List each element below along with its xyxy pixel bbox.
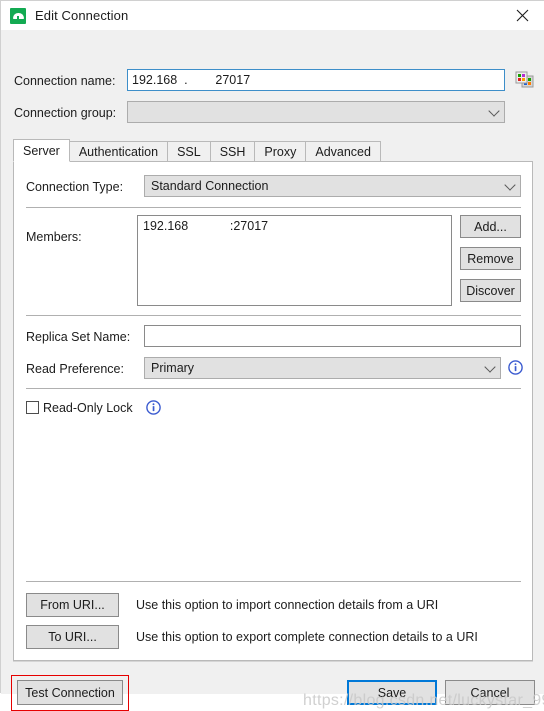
divider-uri xyxy=(26,581,521,582)
members-list[interactable]: 192.168 :27017 xyxy=(137,215,452,306)
connection-type-value: Standard Connection xyxy=(151,179,269,193)
connection-group-select[interactable] xyxy=(127,101,505,123)
tab-bar: Server Authentication SSL SSH Proxy Adva… xyxy=(13,139,533,162)
read-preference-select[interactable]: Primary xyxy=(144,357,501,379)
tab-authentication[interactable]: Authentication xyxy=(68,141,169,162)
read-only-lock-info-icon[interactable] xyxy=(145,400,161,415)
divider-top xyxy=(26,207,521,208)
tab-server[interactable]: Server xyxy=(13,139,70,162)
members-label: Members: xyxy=(26,230,82,244)
to-uri-description: Use this option to export complete conne… xyxy=(136,630,478,644)
read-preference-info-icon[interactable] xyxy=(508,360,523,375)
connection-name-input[interactable] xyxy=(127,69,505,91)
chevron-down-icon xyxy=(484,104,504,118)
edit-connection-dialog: Edit Connection Connection name: 192.168… xyxy=(0,0,544,711)
server-tab-panel: Connection Type: Standard Connection Mem… xyxy=(13,161,533,661)
to-uri-button[interactable]: To URI... xyxy=(26,625,119,649)
from-uri-button[interactable]: From URI... xyxy=(26,593,119,617)
footer-divider xyxy=(13,661,533,662)
read-only-lock-row: Read-Only Lock xyxy=(26,400,161,415)
read-only-lock-checkbox[interactable] xyxy=(26,401,39,414)
connection-name-label: Connection name: xyxy=(14,74,116,88)
replica-set-name-input[interactable] xyxy=(144,325,521,347)
read-preference-label: Read Preference: xyxy=(26,362,124,376)
dialog-body: Connection name: Connection group: xyxy=(1,30,544,711)
read-only-lock-label: Read-Only Lock xyxy=(43,400,133,415)
close-icon[interactable] xyxy=(500,1,544,30)
chevron-down-icon xyxy=(480,360,500,374)
tab-ssl[interactable]: SSL xyxy=(167,141,211,162)
chevron-down-icon xyxy=(500,178,520,192)
divider-members xyxy=(26,315,521,316)
replica-set-name-label: Replica Set Name: xyxy=(26,330,131,344)
list-item[interactable]: 192.168 :27017 xyxy=(138,216,451,233)
remove-member-button[interactable]: Remove xyxy=(460,247,521,270)
color-palette-icon[interactable] xyxy=(513,69,535,91)
discover-members-button[interactable]: Discover xyxy=(460,279,521,302)
connection-type-select[interactable]: Standard Connection xyxy=(144,175,521,197)
connection-group-label: Connection group: xyxy=(14,106,117,120)
from-uri-description: Use this option to import connection det… xyxy=(136,598,439,612)
tab-ssh[interactable]: SSH xyxy=(209,141,256,162)
tab-proxy[interactable]: Proxy xyxy=(254,141,307,162)
mongodb-leaf-icon xyxy=(10,7,26,24)
tab-advanced[interactable]: Advanced xyxy=(305,141,381,162)
window-title: Edit Connection xyxy=(35,8,129,23)
divider-read-pref xyxy=(26,388,521,389)
add-member-button[interactable]: Add... xyxy=(460,215,521,238)
connection-type-label: Connection Type: xyxy=(26,180,124,194)
read-preference-value: Primary xyxy=(151,361,195,375)
title-bar: Edit Connection xyxy=(1,1,544,30)
